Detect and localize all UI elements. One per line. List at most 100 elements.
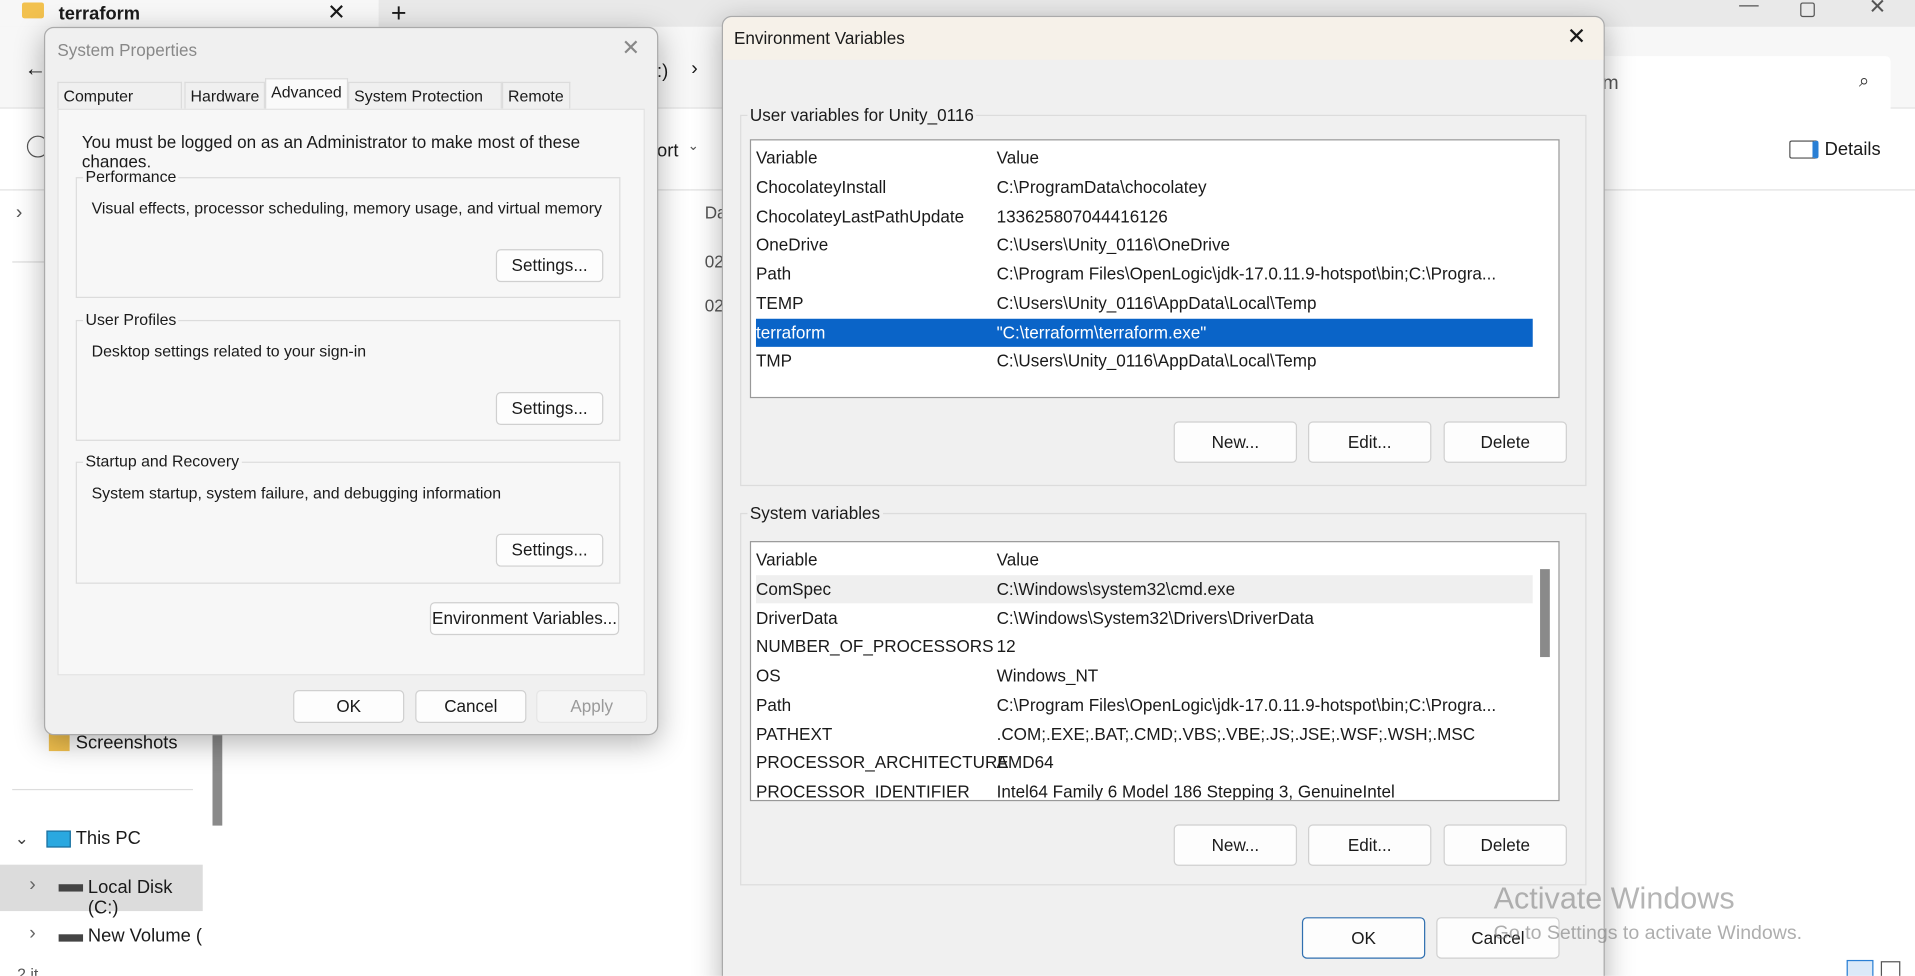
variable-name: NUMBER_OF_PROCESSORS	[755, 636, 994, 657]
variable-value: 133625807044416126	[996, 206, 1168, 226]
close-window-icon[interactable]: ✕	[1869, 0, 1886, 20]
system-properties-dialog: System Properties ✕ Computer Name Hardwa…	[43, 26, 659, 736]
table-row[interactable]: terraform "C:\terraform\terraform.exe"	[755, 318, 1533, 347]
details-pane-icon	[1789, 140, 1819, 159]
system-variables-group: System variables Variable Value ComSpec C…	[740, 503, 1587, 886]
table-row[interactable]: DriverData C:\Windows\System32\Drivers\Dr…	[756, 604, 1533, 632]
system-variables-list[interactable]: Variable Value ComSpec C:\Windows\system3…	[749, 541, 1560, 802]
dialog-title: Environment Variables	[734, 28, 905, 48]
variable-value: C:\Windows\System32\Drivers\DriverData	[996, 607, 1314, 628]
user-profiles-group: User Profiles Desktop settings related t…	[75, 310, 621, 441]
chevron-right-icon[interactable]: ›	[16, 203, 23, 225]
group-label: User variables for Unity_0116	[747, 105, 977, 125]
system-list-scrollbar[interactable]	[1540, 569, 1550, 658]
performance-settings-button[interactable]: Settings...	[495, 249, 604, 283]
chevron-right-icon[interactable]: ›	[691, 59, 698, 81]
variable-value: Windows_NT	[996, 665, 1099, 686]
chevron-down-icon[interactable]: ⌄	[15, 828, 29, 849]
table-row[interactable]: NUMBER_OF_PROCESSORS 12	[756, 633, 1533, 661]
tab-strip: Computer Name Hardware Advanced System P…	[57, 78, 643, 132]
table-row[interactable]: OS Windows_NT	[756, 662, 1533, 690]
column-header-variable[interactable]: Variable	[756, 144, 817, 172]
variable-value: Intel64 Family 6 Model 186 Stepping 3, G…	[996, 781, 1395, 802]
divider	[12, 788, 193, 791]
variable-name: DriverData	[755, 607, 838, 628]
column-header-value[interactable]: Value	[997, 546, 1039, 574]
close-icon[interactable]: ✕	[1567, 23, 1586, 51]
table-row[interactable]: ChocolateyLastPathUpdate 1336258070444161…	[756, 202, 1533, 230]
table-row[interactable]: PROCESSOR_IDENTIFIER Intel64 Family 6 Mod…	[756, 778, 1533, 802]
tab-computer-name[interactable]: Computer Name	[57, 81, 182, 132]
variable-name: OneDrive	[755, 234, 829, 255]
variable-name: OS	[755, 665, 781, 686]
group-label: Performance	[83, 167, 179, 186]
sidebar-item-local-disk[interactable]: › Local Disk (C:)	[0, 864, 203, 918]
user-new-button[interactable]: New...	[1173, 421, 1298, 463]
variable-name: TMP	[755, 350, 793, 371]
tab-advanced[interactable]: Advanced	[265, 78, 349, 110]
restore-icon[interactable]	[1800, 2, 1815, 18]
ok-button[interactable]: OK	[293, 690, 405, 724]
user-profiles-settings-button[interactable]: Settings...	[495, 392, 604, 426]
table-row[interactable]: OneDrive C:\Users\Unity_0116\OneDrive	[756, 231, 1533, 259]
sidebar-item-new-volume[interactable]: New Volume (D	[88, 926, 203, 947]
startup-settings-button[interactable]: Settings...	[495, 533, 604, 567]
variable-name: ChocolateyInstall	[755, 177, 887, 197]
activate-windows-subtitle: Go to Settings to activate Windows.	[1493, 923, 1803, 945]
tab-hardware[interactable]: Hardware	[184, 81, 266, 109]
table-row[interactable]: PROCESSOR_ARCHITECTURE AMD64	[756, 749, 1533, 777]
user-delete-button[interactable]: Delete	[1443, 421, 1567, 463]
tab-system-protection[interactable]: System Protection	[348, 81, 502, 109]
system-new-button[interactable]: New...	[1173, 824, 1298, 866]
table-row[interactable]: ComSpec C:\Windows\system32\cmd.exe	[755, 575, 1533, 604]
column-header-value[interactable]: Value	[997, 144, 1039, 172]
environment-variables-button[interactable]: Environment Variables...	[429, 602, 620, 636]
chevron-right-icon: ›	[29, 874, 36, 896]
table-row[interactable]: TMP C:\Users\Unity_0116\AppData\Local\Tem…	[756, 347, 1533, 375]
close-tab-icon[interactable]: ✕	[327, 0, 345, 26]
tiles-view-icon[interactable]	[1880, 961, 1901, 976]
admin-note: You must be logged on as an Administrato…	[81, 131, 581, 171]
explorer-tab[interactable]: terraform ✕	[0, 0, 379, 27]
system-edit-button[interactable]: Edit...	[1308, 824, 1432, 866]
address-bar-fragment[interactable]: :)	[657, 61, 668, 82]
search-box[interactable]: m ⌕	[1587, 56, 1891, 115]
sidebar-item-this-pc[interactable]: This PC	[76, 828, 141, 849]
cancel-button[interactable]: Cancel	[415, 690, 527, 724]
ok-button[interactable]: OK	[1301, 917, 1426, 959]
status-bar-item-count: 2 it	[17, 964, 39, 976]
sidebar-scrollbar[interactable]	[212, 727, 223, 826]
system-delete-button[interactable]: Delete	[1443, 824, 1567, 866]
user-edit-button[interactable]: Edit...	[1308, 421, 1432, 463]
sidebar-item-label: Local Disk (C:)	[87, 876, 173, 919]
table-row[interactable]: Path C:\Program Files\OpenLogic\jdk-17.0.…	[756, 691, 1533, 719]
drive-icon	[58, 934, 84, 942]
variable-name: ChocolateyLastPathUpdate	[755, 206, 965, 226]
group-label: Startup and Recovery	[83, 451, 242, 471]
variable-name: Path	[755, 694, 792, 715]
user-variables-list[interactable]: Variable Value ChocolateyInstall C:\Progr…	[749, 139, 1560, 399]
new-tab-button[interactable]: +	[391, 0, 407, 29]
group-label: System variables	[747, 503, 883, 523]
tab-remote[interactable]: Remote	[501, 81, 571, 109]
variable-name: PATHEXT	[755, 723, 833, 744]
chevron-right-icon[interactable]: ›	[29, 923, 36, 945]
sort-button[interactable]: ort	[657, 140, 678, 161]
table-row[interactable]: ChocolateyInstall C:\ProgramData\chocolat…	[756, 173, 1533, 201]
folder-icon	[48, 734, 70, 752]
column-header-variable[interactable]: Variable	[756, 546, 817, 574]
search-icon: ⌕	[1858, 70, 1870, 92]
minimize-icon[interactable]: —	[1739, 0, 1759, 17]
group-label: User Profiles	[83, 310, 179, 329]
table-row[interactable]: Path C:\Program Files\OpenLogic\jdk-17.0.…	[756, 260, 1533, 288]
variable-value: C:\Users\Unity_0116\OneDrive	[996, 234, 1231, 255]
details-button[interactable]: Details	[1825, 139, 1881, 160]
apply-button[interactable]: Apply	[536, 690, 648, 724]
table-row[interactable]: TEMP C:\Users\Unity_0116\AppData\Local\Te…	[756, 289, 1533, 317]
table-row[interactable]: PATHEXT .COM;.EXE;.BAT;.CMD;.VBS;.VBE;.JS…	[756, 720, 1533, 748]
dialog-title: System Properties	[57, 40, 198, 60]
details-view-icon[interactable]	[1846, 959, 1874, 976]
variable-value: C:\Program Files\OpenLogic\jdk-17.0.11.9…	[996, 263, 1497, 284]
sidebar-item-screenshots[interactable]: Screenshots	[76, 733, 178, 754]
close-icon[interactable]: ✕	[622, 35, 640, 61]
